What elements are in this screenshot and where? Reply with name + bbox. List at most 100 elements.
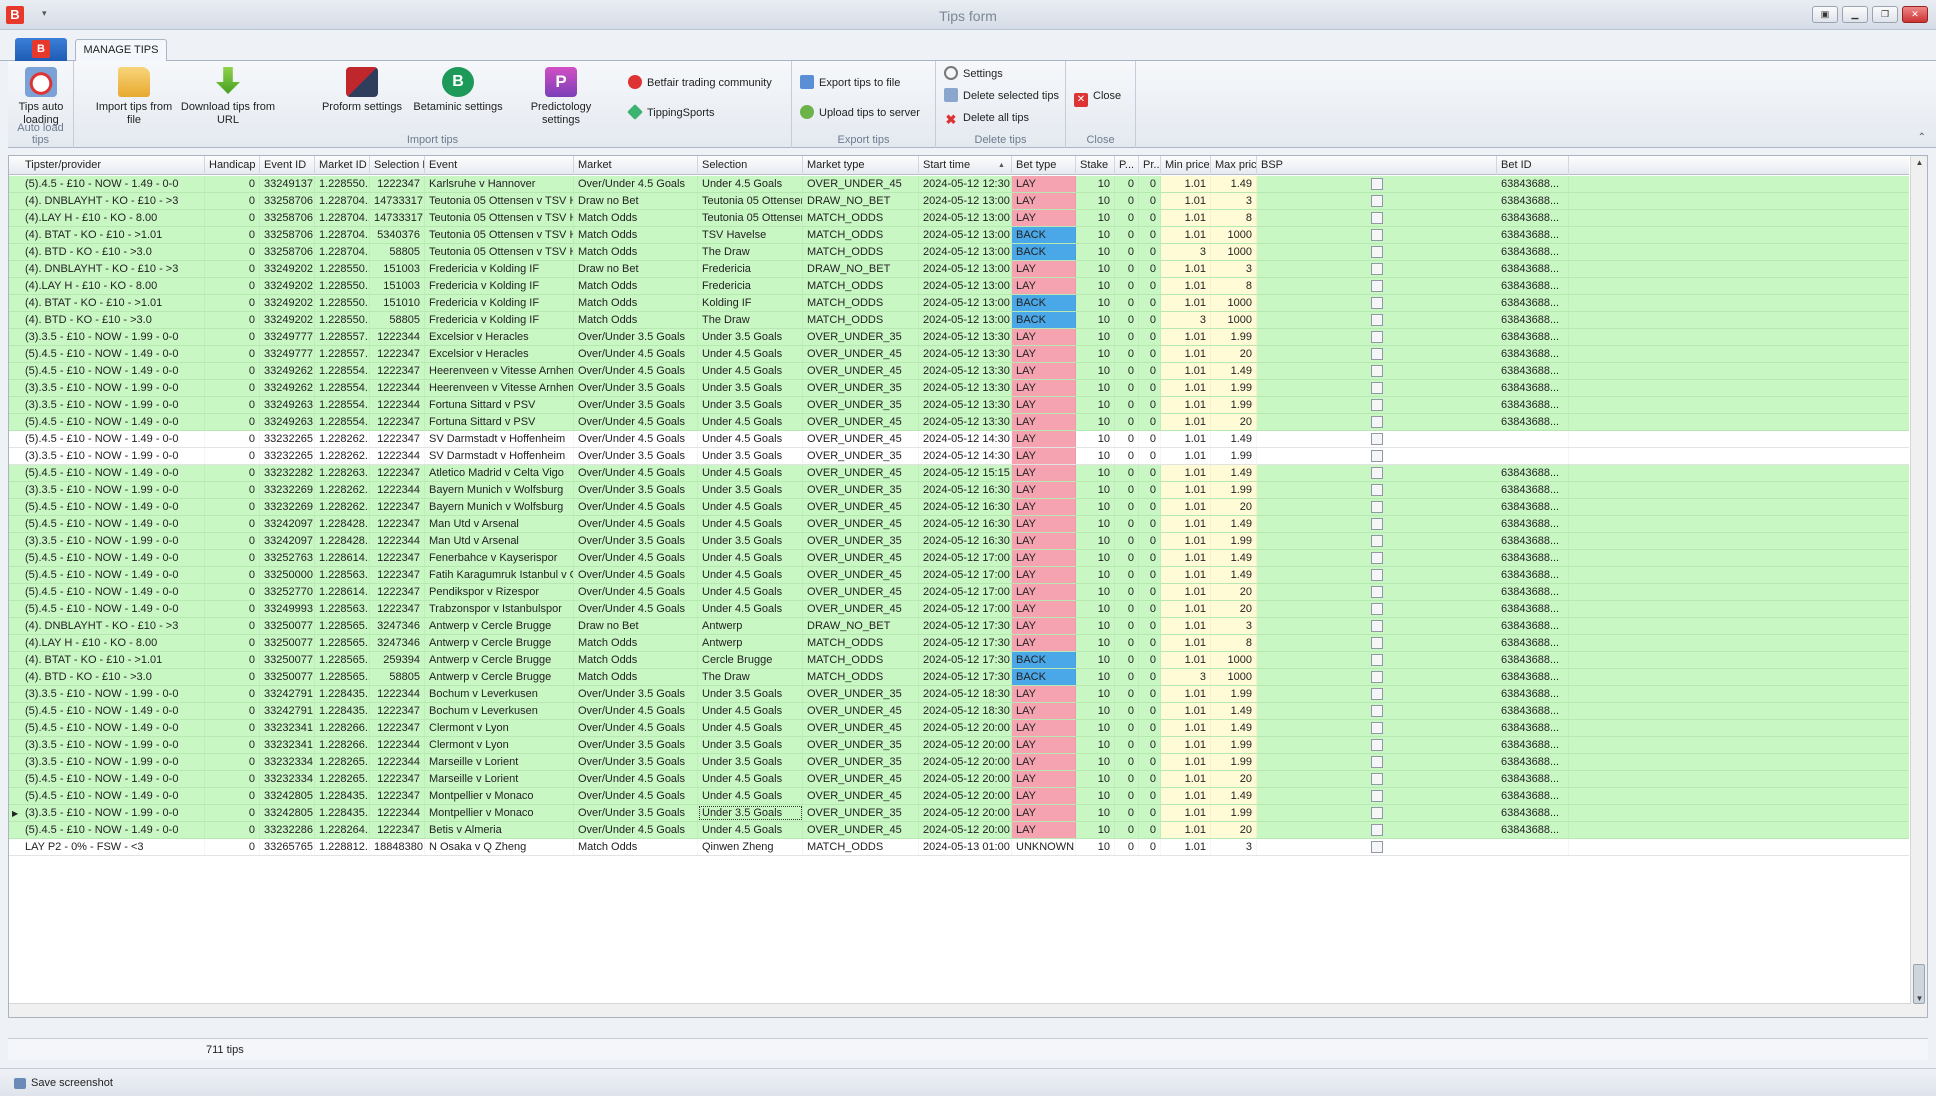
- cell-market-id[interactable]: 1.228812...: [315, 839, 370, 855]
- cell-stake[interactable]: 10: [1076, 465, 1115, 481]
- cell-pr[interactable]: 0: [1139, 465, 1161, 481]
- cell-market-id[interactable]: 1.228554...: [315, 414, 370, 430]
- cell-start-time[interactable]: 2024-05-12 13:30: [919, 414, 1012, 430]
- cell-market-type[interactable]: OVER_UNDER_45: [803, 414, 919, 430]
- bsp-checkbox[interactable]: [1371, 450, 1383, 462]
- cell-market-id[interactable]: 1.228428...: [315, 533, 370, 549]
- cell-max-price[interactable]: 1.49: [1211, 720, 1257, 736]
- cell-min-price[interactable]: 1.01: [1161, 193, 1211, 209]
- bsp-checkbox[interactable]: [1371, 297, 1383, 309]
- cell-selection-id[interactable]: 151003: [370, 261, 425, 277]
- bsp-checkbox[interactable]: [1371, 518, 1383, 530]
- column-header[interactable]: Tipster/provider: [21, 156, 205, 175]
- cell-market-id[interactable]: 1.228704...: [315, 227, 370, 243]
- cell-selection[interactable]: Under 4.5 Goals: [698, 465, 803, 481]
- cell-market-id[interactable]: 1.228265...: [315, 754, 370, 770]
- bsp-checkbox[interactable]: [1371, 586, 1383, 598]
- cell-selection-id[interactable]: 14733317: [370, 210, 425, 226]
- cell-selection[interactable]: Under 3.5 Goals: [698, 448, 803, 464]
- cell-p[interactable]: 0: [1115, 805, 1139, 821]
- cell-max-price[interactable]: 20: [1211, 822, 1257, 838]
- cell-p[interactable]: 0: [1115, 278, 1139, 294]
- cell-bet-id[interactable]: 63843688...: [1497, 499, 1569, 515]
- cell-start-time[interactable]: 2024-05-12 18:30: [919, 686, 1012, 702]
- cell-event[interactable]: Excelsior v Heracles: [425, 346, 574, 362]
- cell-selection[interactable]: Under 4.5 Goals: [698, 414, 803, 430]
- bsp-checkbox[interactable]: [1371, 178, 1383, 190]
- cell-min-price[interactable]: 3: [1161, 669, 1211, 685]
- cell-event[interactable]: Clermont v Lyon: [425, 737, 574, 753]
- cell-p[interactable]: 0: [1115, 652, 1139, 668]
- cell-market[interactable]: Over/Under 4.5 Goals: [574, 465, 698, 481]
- cell-min-price[interactable]: 1.01: [1161, 329, 1211, 345]
- cell-tipster-provider[interactable]: (4). BTAT - KO - £10 - >1.01: [21, 227, 205, 243]
- cell-market-id[interactable]: 1.228704...: [315, 210, 370, 226]
- column-header[interactable]: Selection: [698, 156, 803, 175]
- cell-min-price[interactable]: 1.01: [1161, 754, 1211, 770]
- cell-bet-type[interactable]: LAY: [1012, 533, 1076, 549]
- cell-bet-id[interactable]: 63843688...: [1497, 618, 1569, 634]
- cell-bet-id[interactable]: 63843688...: [1497, 295, 1569, 311]
- cell-selection[interactable]: Under 3.5 Goals: [698, 737, 803, 753]
- cell-bet-id[interactable]: 63843688...: [1497, 737, 1569, 753]
- cell-stake[interactable]: 10: [1076, 482, 1115, 498]
- screenshot-window-button[interactable]: ▣: [1812, 6, 1838, 23]
- table-row[interactable]: (5).4.5 - £10 - NOW - 1.49 - 0-0 0 3324280…: [9, 788, 1909, 805]
- cell-event[interactable]: Heerenveen v Vitesse Arnhem: [425, 363, 574, 379]
- cell-selection[interactable]: Under 4.5 Goals: [698, 788, 803, 804]
- cell-tipster-provider[interactable]: (3).3.5 - £10 - NOW - 1.99 - 0-0: [21, 737, 205, 753]
- cell-event-id[interactable]: 33232334: [260, 771, 315, 787]
- column-header[interactable]: Handicap: [205, 156, 260, 175]
- cell-p[interactable]: 0: [1115, 414, 1139, 430]
- cell-tipster-provider[interactable]: (5).4.5 - £10 - NOW - 1.49 - 0-0: [21, 414, 205, 430]
- cell-market-id[interactable]: 1.228264...: [315, 822, 370, 838]
- cell-min-price[interactable]: 1.01: [1161, 567, 1211, 583]
- cell-min-price[interactable]: 1.01: [1161, 499, 1211, 515]
- cell-market-type[interactable]: OVER_UNDER_45: [803, 822, 919, 838]
- cell-min-price[interactable]: 1.01: [1161, 210, 1211, 226]
- cell-market-id[interactable]: 1.228550...: [315, 295, 370, 311]
- cell-selection[interactable]: Under 3.5 Goals: [698, 329, 803, 345]
- cell-market-type[interactable]: OVER_UNDER_35: [803, 397, 919, 413]
- cell-min-price[interactable]: 1.01: [1161, 584, 1211, 600]
- cell-min-price[interactable]: 1.01: [1161, 431, 1211, 447]
- cell-tipster-provider[interactable]: (3).3.5 - £10 - NOW - 1.99 - 0-0: [21, 329, 205, 345]
- cell-max-price[interactable]: 3: [1211, 839, 1257, 855]
- cell-selection[interactable]: The Draw: [698, 312, 803, 328]
- tippingsports-button[interactable]: TippingSports: [627, 104, 714, 122]
- cell-stake[interactable]: 10: [1076, 516, 1115, 532]
- cell-event[interactable]: N Osaka v Q Zheng: [425, 839, 574, 855]
- cell-market[interactable]: Over/Under 4.5 Goals: [574, 176, 698, 192]
- cell-tipster-provider[interactable]: (4). DNBLAYHT - KO - £10 - >3: [21, 618, 205, 634]
- cell-stake[interactable]: 10: [1076, 397, 1115, 413]
- cell-selection-id[interactable]: 1222347: [370, 703, 425, 719]
- cell-selection[interactable]: Under 3.5 Goals: [698, 482, 803, 498]
- cell-stake[interactable]: 10: [1076, 822, 1115, 838]
- cell-market-id[interactable]: 1.228266...: [315, 737, 370, 753]
- cell-event-id[interactable]: 33249202: [260, 278, 315, 294]
- table-row[interactable]: (3).3.5 - £10 - NOW - 1.99 - 0-0 0 3324209…: [9, 533, 1909, 550]
- cell-bet-type[interactable]: LAY: [1012, 278, 1076, 294]
- cell-market[interactable]: Over/Under 4.5 Goals: [574, 414, 698, 430]
- cell-market[interactable]: Over/Under 3.5 Goals: [574, 737, 698, 753]
- cell-min-price[interactable]: 1.01: [1161, 278, 1211, 294]
- cell-market-id[interactable]: 1.228557...: [315, 346, 370, 362]
- cell-handicap[interactable]: 0: [205, 771, 260, 787]
- table-row[interactable]: (4). DNBLAYHT - KO - £10 - >3 0 33250077 1.…: [9, 618, 1909, 635]
- cell-pr[interactable]: 0: [1139, 193, 1161, 209]
- cell-bet-type[interactable]: LAY: [1012, 618, 1076, 634]
- bsp-checkbox[interactable]: [1371, 705, 1383, 717]
- cell-stake[interactable]: 10: [1076, 329, 1115, 345]
- cell-tipster-provider[interactable]: (4).LAY H - £10 - KO - 8.00: [21, 210, 205, 226]
- cell-start-time[interactable]: 2024-05-12 13:00: [919, 295, 1012, 311]
- cell-bet-type[interactable]: BACK: [1012, 652, 1076, 668]
- cell-selection-id[interactable]: 58805: [370, 244, 425, 260]
- cell-selection[interactable]: Under 3.5 Goals: [698, 397, 803, 413]
- cell-start-time[interactable]: 2024-05-12 20:00: [919, 720, 1012, 736]
- cell-event[interactable]: Bayern Munich v Wolfsburg: [425, 482, 574, 498]
- cell-market-id[interactable]: 1.228265...: [315, 771, 370, 787]
- settings-button[interactable]: Settings: [944, 65, 1003, 83]
- cell-market-type[interactable]: OVER_UNDER_45: [803, 431, 919, 447]
- cell-market-id[interactable]: 1.228563...: [315, 601, 370, 617]
- cell-market-id[interactable]: 1.228565...: [315, 652, 370, 668]
